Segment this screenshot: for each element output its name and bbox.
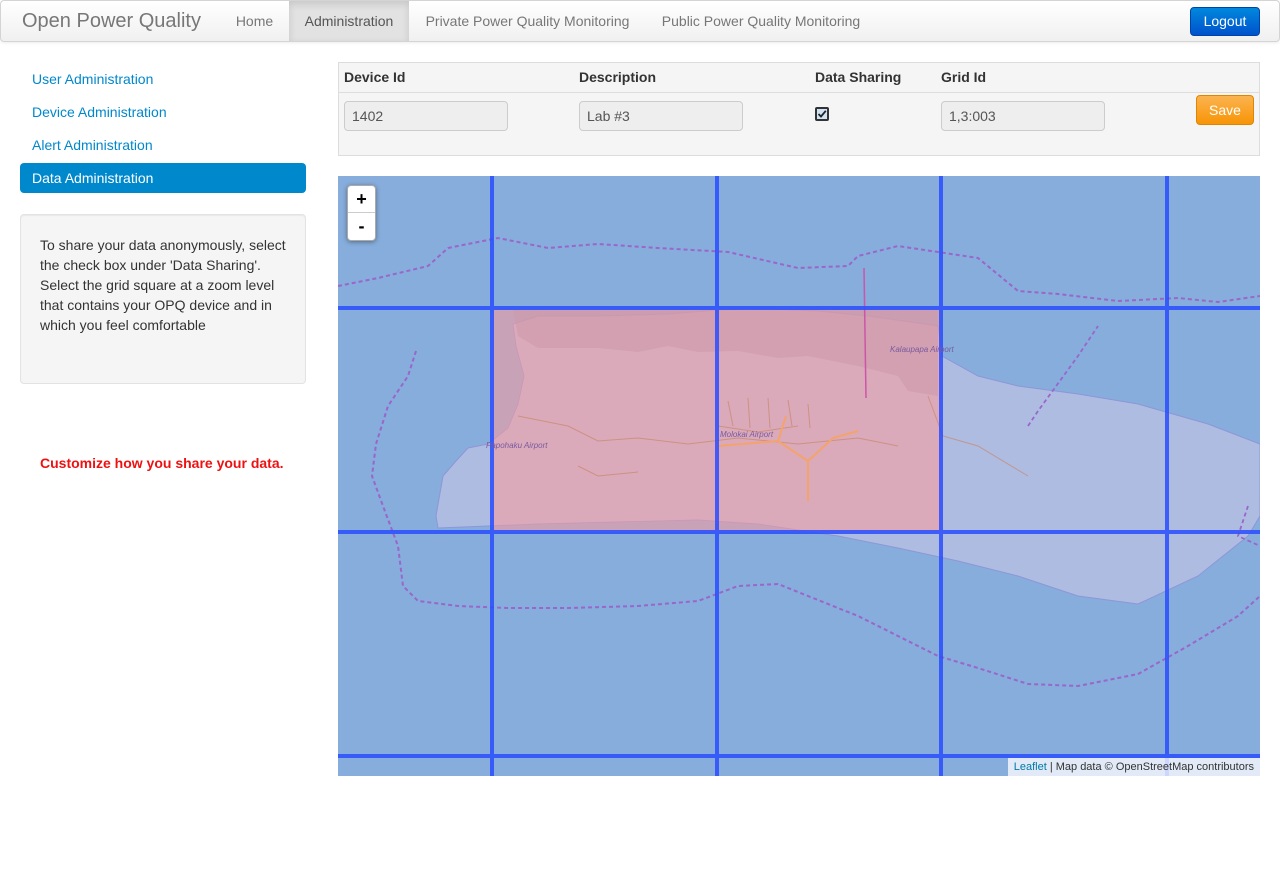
attribution-text: | Map data © OpenStreetMap contributors: [1046, 761, 1254, 773]
header-description: Description: [579, 69, 657, 85]
grid-id-field[interactable]: 1,3:003: [941, 101, 1105, 131]
save-button[interactable]: Save: [1196, 95, 1254, 125]
map-label-papohaku: Papohaku Airport: [486, 441, 548, 450]
table-header-divider: [339, 92, 1259, 93]
customize-sharing-message: Customize how you share your data.: [40, 455, 284, 471]
description-field[interactable]: Lab #3: [579, 101, 743, 131]
nav-private-monitoring[interactable]: Private Power Quality Monitoring: [409, 1, 646, 41]
map-tiles: [338, 176, 1260, 776]
header-data-sharing: Data Sharing: [815, 69, 902, 85]
zoom-out-button[interactable]: -: [348, 213, 375, 240]
sidebar-item-alert-administration[interactable]: Alert Administration: [20, 130, 306, 160]
nav-administration[interactable]: Administration: [289, 1, 409, 41]
map-attribution: Leaflet | Map data © OpenStreetMap contr…: [1007, 758, 1260, 776]
top-navbar: Open Power Quality Home Administration P…: [0, 0, 1280, 42]
map-label-molokai: Molokai Airport: [720, 430, 774, 439]
map-label-kalaupapa: Kalaupapa Airport: [890, 345, 954, 354]
nav-public-monitoring[interactable]: Public Power Quality Monitoring: [646, 1, 876, 41]
device-id-field[interactable]: 1402: [344, 101, 508, 131]
sidebar-item-data-administration[interactable]: Data Administration: [20, 163, 306, 193]
device-table: Device Id Description Data Sharing Grid …: [338, 62, 1260, 156]
header-grid-id: Grid Id: [941, 69, 987, 85]
logout-button[interactable]: Logout: [1190, 7, 1260, 36]
leaflet-link[interactable]: Leaflet: [1014, 761, 1047, 773]
nav-home[interactable]: Home: [220, 1, 289, 41]
sidebar-item-user-administration[interactable]: User Administration: [20, 64, 306, 94]
sidebar-item-device-administration[interactable]: Device Administration: [20, 97, 306, 127]
data-sharing-help-text: To share your data anonymously, select t…: [20, 214, 306, 384]
zoom-in-button[interactable]: +: [348, 186, 375, 213]
grid-map[interactable]: Kalaupapa Airport Molokai Airport Papoha…: [338, 176, 1260, 776]
brand-title[interactable]: Open Power Quality: [22, 1, 201, 41]
data-sharing-checkbox[interactable]: [815, 107, 829, 121]
header-device-id: Device Id: [344, 69, 406, 85]
checkmark-icon: [817, 110, 827, 118]
map-zoom-control: + -: [347, 185, 376, 241]
